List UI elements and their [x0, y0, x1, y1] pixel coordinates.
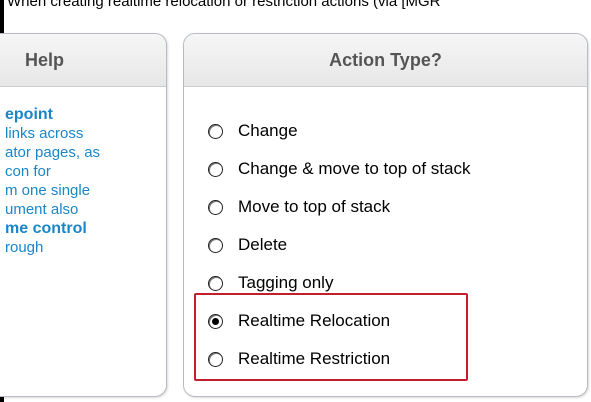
- option-label: Change & move to top of stack: [238, 159, 471, 178]
- help-text-line: rough: [5, 239, 44, 256]
- option-change-move-top[interactable]: Change & move to top of stack: [208, 150, 470, 188]
- radio-button[interactable]: [208, 161, 223, 177]
- option-label: Change: [238, 121, 298, 140]
- help-panel-header: Help: [0, 34, 166, 87]
- highlight-annotation-box: [194, 293, 468, 381]
- option-delete[interactable]: Delete: [208, 226, 470, 264]
- option-move-top[interactable]: Move to top of stack: [208, 188, 470, 226]
- help-text-line: ator pages, as: [5, 144, 101, 161]
- help-text-line: links across: [5, 125, 84, 142]
- help-text: epoint links across ator pages, as con f…: [5, 105, 166, 257]
- action-type-header: Action Type?: [184, 34, 587, 87]
- help-panel: Help epoint links across ator pages, as …: [0, 33, 167, 397]
- help-text-line: con for: [5, 163, 51, 180]
- radio-button[interactable]: [208, 275, 223, 291]
- radio-button[interactable]: [208, 199, 223, 215]
- option-label: Move to top of stack: [238, 197, 391, 216]
- page-caption: When creating realtime relocation or res…: [7, 0, 441, 10]
- radio-button[interactable]: [208, 123, 223, 139]
- help-link-line[interactable]: me control: [5, 219, 166, 238]
- help-panel-title: Help: [25, 50, 65, 70]
- help-text-line: m one single: [5, 182, 91, 199]
- action-type-title: Action Type?: [329, 50, 442, 70]
- help-text-line: ument also: [5, 201, 79, 218]
- radio-button[interactable]: [208, 237, 223, 253]
- option-label: Tagging only: [238, 273, 334, 292]
- help-link-line[interactable]: epoint: [5, 105, 166, 124]
- option-change[interactable]: Change: [208, 112, 470, 150]
- option-label: Delete: [238, 235, 288, 254]
